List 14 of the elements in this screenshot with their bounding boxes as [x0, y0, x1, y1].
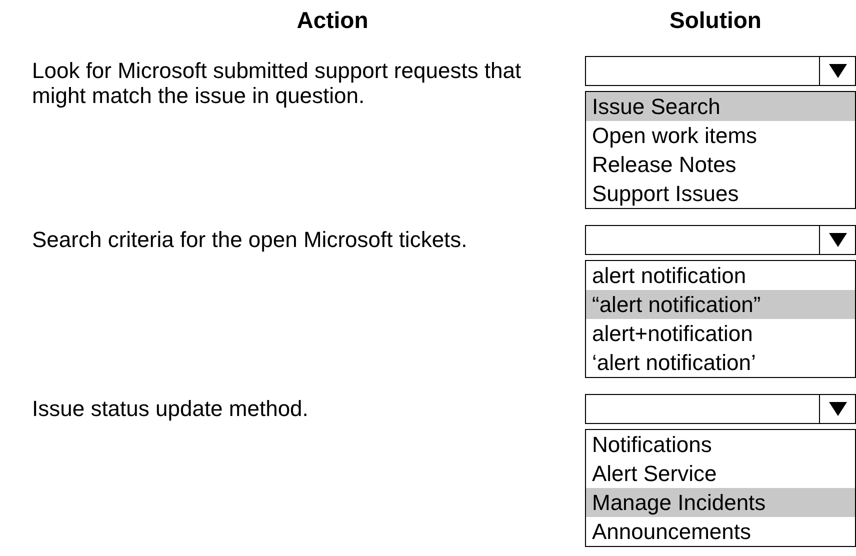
action-text: Look for Microsoft submitted support requests that might match the issue in question. — [32, 58, 522, 108]
dropdown-option[interactable]: Issue Search — [586, 92, 855, 121]
action-text: Issue status update method. — [32, 396, 310, 421]
dropdown-arrow-icon — [828, 233, 846, 247]
dropdown[interactable] — [585, 394, 856, 424]
dropdown-arrow-icon — [828, 64, 846, 78]
dropdown[interactable] — [585, 225, 856, 255]
action-text: Search criteria for the open Microsoft tickets. — [32, 227, 468, 252]
column-header: Action — [296, 6, 368, 35]
dropdown-option[interactable]: Manage Incidents — [586, 488, 855, 517]
dropdown[interactable] — [585, 56, 856, 86]
dropdown-option[interactable]: “alert notification” — [586, 290, 855, 319]
column-header: Solution — [670, 6, 762, 35]
dropdown-arrow-icon — [828, 402, 846, 416]
